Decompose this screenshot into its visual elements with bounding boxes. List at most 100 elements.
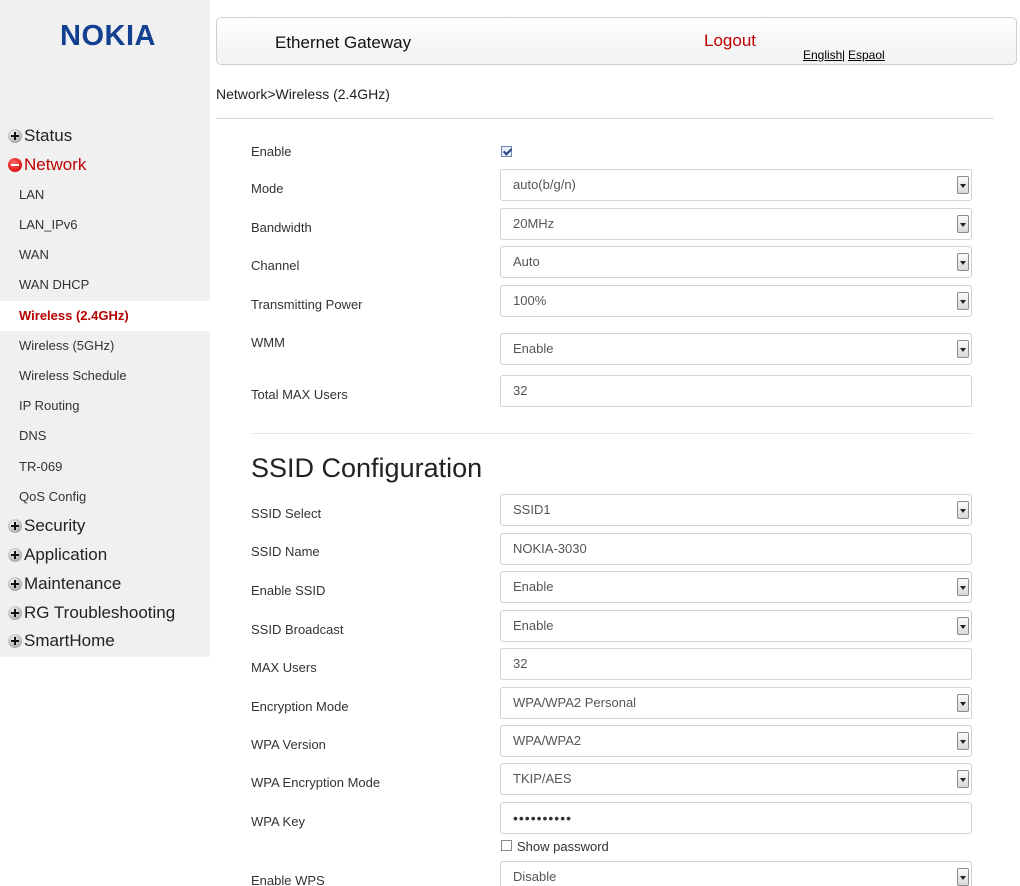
dropdown-arrow-icon [957,253,969,271]
menu-network[interactable]: Network [8,152,86,178]
total-max-users-label: Total MAX Users [251,387,348,402]
max-users-value: 32 [513,656,528,671]
sidebar-item-wan-dhcp[interactable]: WAN DHCP [0,270,210,300]
dropdown-arrow-icon [957,292,969,310]
enable-ssid-label: Enable SSID [251,583,326,598]
language-spanish-link[interactable]: Espaol [848,48,885,62]
channel-select[interactable]: Auto [500,246,972,278]
encryption-mode-value: WPA/WPA2 Personal [513,695,637,710]
wpa-version-value: WPA/WPA2 [513,733,582,748]
wpa-encryption-mode-value: TKIP/AES [513,771,572,786]
dropdown-arrow-icon [957,501,969,519]
menu-status-label: Status [24,126,73,145]
sidebar-item-lan-ipv6[interactable]: LAN_IPv6 [0,210,210,240]
show-password-label[interactable]: Show password [517,839,609,854]
mode-value: auto(b/g/n) [513,177,576,192]
menu-status[interactable]: Status [8,123,72,149]
dropdown-arrow-icon [957,694,969,712]
bandwidth-select[interactable]: 20MHz [500,208,972,240]
enable-ssid-select[interactable]: Enable [500,571,972,603]
menu-maintenance-label: Maintenance [24,574,122,593]
max-users-label: MAX Users [251,660,317,675]
bandwidth-label: Bandwidth [251,220,312,235]
total-max-users-input[interactable]: 32 [500,375,972,407]
wpa-version-select[interactable]: WPA/WPA2 [500,725,972,757]
enable-wps-label: Enable WPS [251,873,325,886]
collapse-minus-icon [8,158,22,172]
ssid-broadcast-label: SSID Broadcast [251,622,344,637]
menu-smarthome-label: SmartHome [24,631,115,650]
dropdown-arrow-icon [957,868,969,886]
sidebar-item-ip-routing[interactable]: IP Routing [0,391,210,421]
ssid-broadcast-select[interactable]: Enable [500,610,972,642]
menu-rg-troubleshooting-label: RG Troubleshooting [24,603,176,622]
ssid-broadcast-value: Enable [513,618,554,633]
encryption-mode-select[interactable]: WPA/WPA2 Personal [500,687,972,719]
menu-rg-troubleshooting[interactable]: RG Troubleshooting [8,600,175,626]
dropdown-arrow-icon [957,617,969,635]
max-users-input[interactable]: 32 [500,648,972,680]
enable-checkbox[interactable] [501,146,512,157]
ssid-select-value: SSID1 [513,502,551,517]
menu-maintenance[interactable]: Maintenance [8,571,121,597]
wpa-encryption-mode-select[interactable]: TKIP/AES [500,763,972,795]
divider [251,433,972,434]
tx-power-select[interactable]: 100% [500,285,972,317]
enable-wps-value: Disable [513,869,557,884]
sidebar-item-dns[interactable]: DNS [0,421,210,451]
menu-smarthome[interactable]: SmartHome [8,628,115,654]
wmm-select[interactable]: Enable [500,333,972,365]
ssid-name-input[interactable]: NOKIA-3030 [500,533,972,565]
expand-plus-icon [8,129,22,143]
dropdown-arrow-icon [957,340,969,358]
wpa-key-value: •••••••••• [513,810,573,826]
menu-application[interactable]: Application [8,542,107,568]
channel-label: Channel [251,258,300,273]
encryption-mode-label: Encryption Mode [251,699,349,714]
dropdown-arrow-icon [957,770,969,788]
wmm-value: Enable [513,341,554,356]
logout-link[interactable]: Logout [704,31,756,51]
dropdown-arrow-icon [957,732,969,750]
ssid-name-value: NOKIA-3030 [513,541,587,556]
bandwidth-value: 20MHz [513,216,555,231]
nokia-logo: NOKIA [60,20,156,52]
divider [216,118,994,119]
ssid-name-label: SSID Name [251,544,320,559]
sidebar-item-wan[interactable]: WAN [0,240,210,270]
wmm-label: WMM [251,335,285,350]
expand-plus-icon [8,577,22,591]
ssid-select-label: SSID Select [251,506,322,521]
dropdown-arrow-icon [957,215,969,233]
sidebar-item-qos-config[interactable]: QoS Config [0,482,210,512]
enable-label: Enable [251,144,292,159]
expand-plus-icon [8,519,22,533]
dropdown-arrow-icon [957,176,969,194]
language-english-link[interactable]: English [803,48,842,62]
breadcrumb: Network>Wireless (2.4GHz) [216,86,390,102]
expand-plus-icon [8,634,22,648]
enable-wps-select[interactable]: Disable [500,861,972,886]
wpa-version-label: WPA Version [251,737,326,752]
sidebar: NOKIA Status Network LAN LAN_IPv6 WAN WA… [0,0,210,657]
menu-security-label: Security [24,516,86,535]
menu-security[interactable]: Security [8,513,85,539]
wpa-key-input[interactable]: •••••••••• [500,802,972,834]
menu-application-label: Application [24,545,108,564]
sidebar-item-wireless-24ghz[interactable]: Wireless (2.4GHz) [0,301,210,331]
mode-label: Mode [251,181,284,196]
menu-network-label: Network [24,155,87,174]
sidebar-item-wireless-5ghz[interactable]: Wireless (5GHz) [0,331,210,361]
sidebar-item-wireless-schedule[interactable]: Wireless Schedule [0,361,210,391]
tx-power-label: Transmitting Power [251,297,363,312]
total-max-users-value: 32 [513,383,528,398]
sidebar-item-tr069[interactable]: TR-069 [0,452,210,482]
show-password-checkbox[interactable] [501,840,512,851]
mode-select[interactable]: auto(b/g/n) [500,169,972,201]
sidebar-item-lan[interactable]: LAN [0,180,210,210]
expand-plus-icon [8,548,22,562]
expand-plus-icon [8,606,22,620]
language-separator: | [842,48,846,62]
gateway-title: Ethernet Gateway [275,33,412,52]
ssid-select[interactable]: SSID1 [500,494,972,526]
